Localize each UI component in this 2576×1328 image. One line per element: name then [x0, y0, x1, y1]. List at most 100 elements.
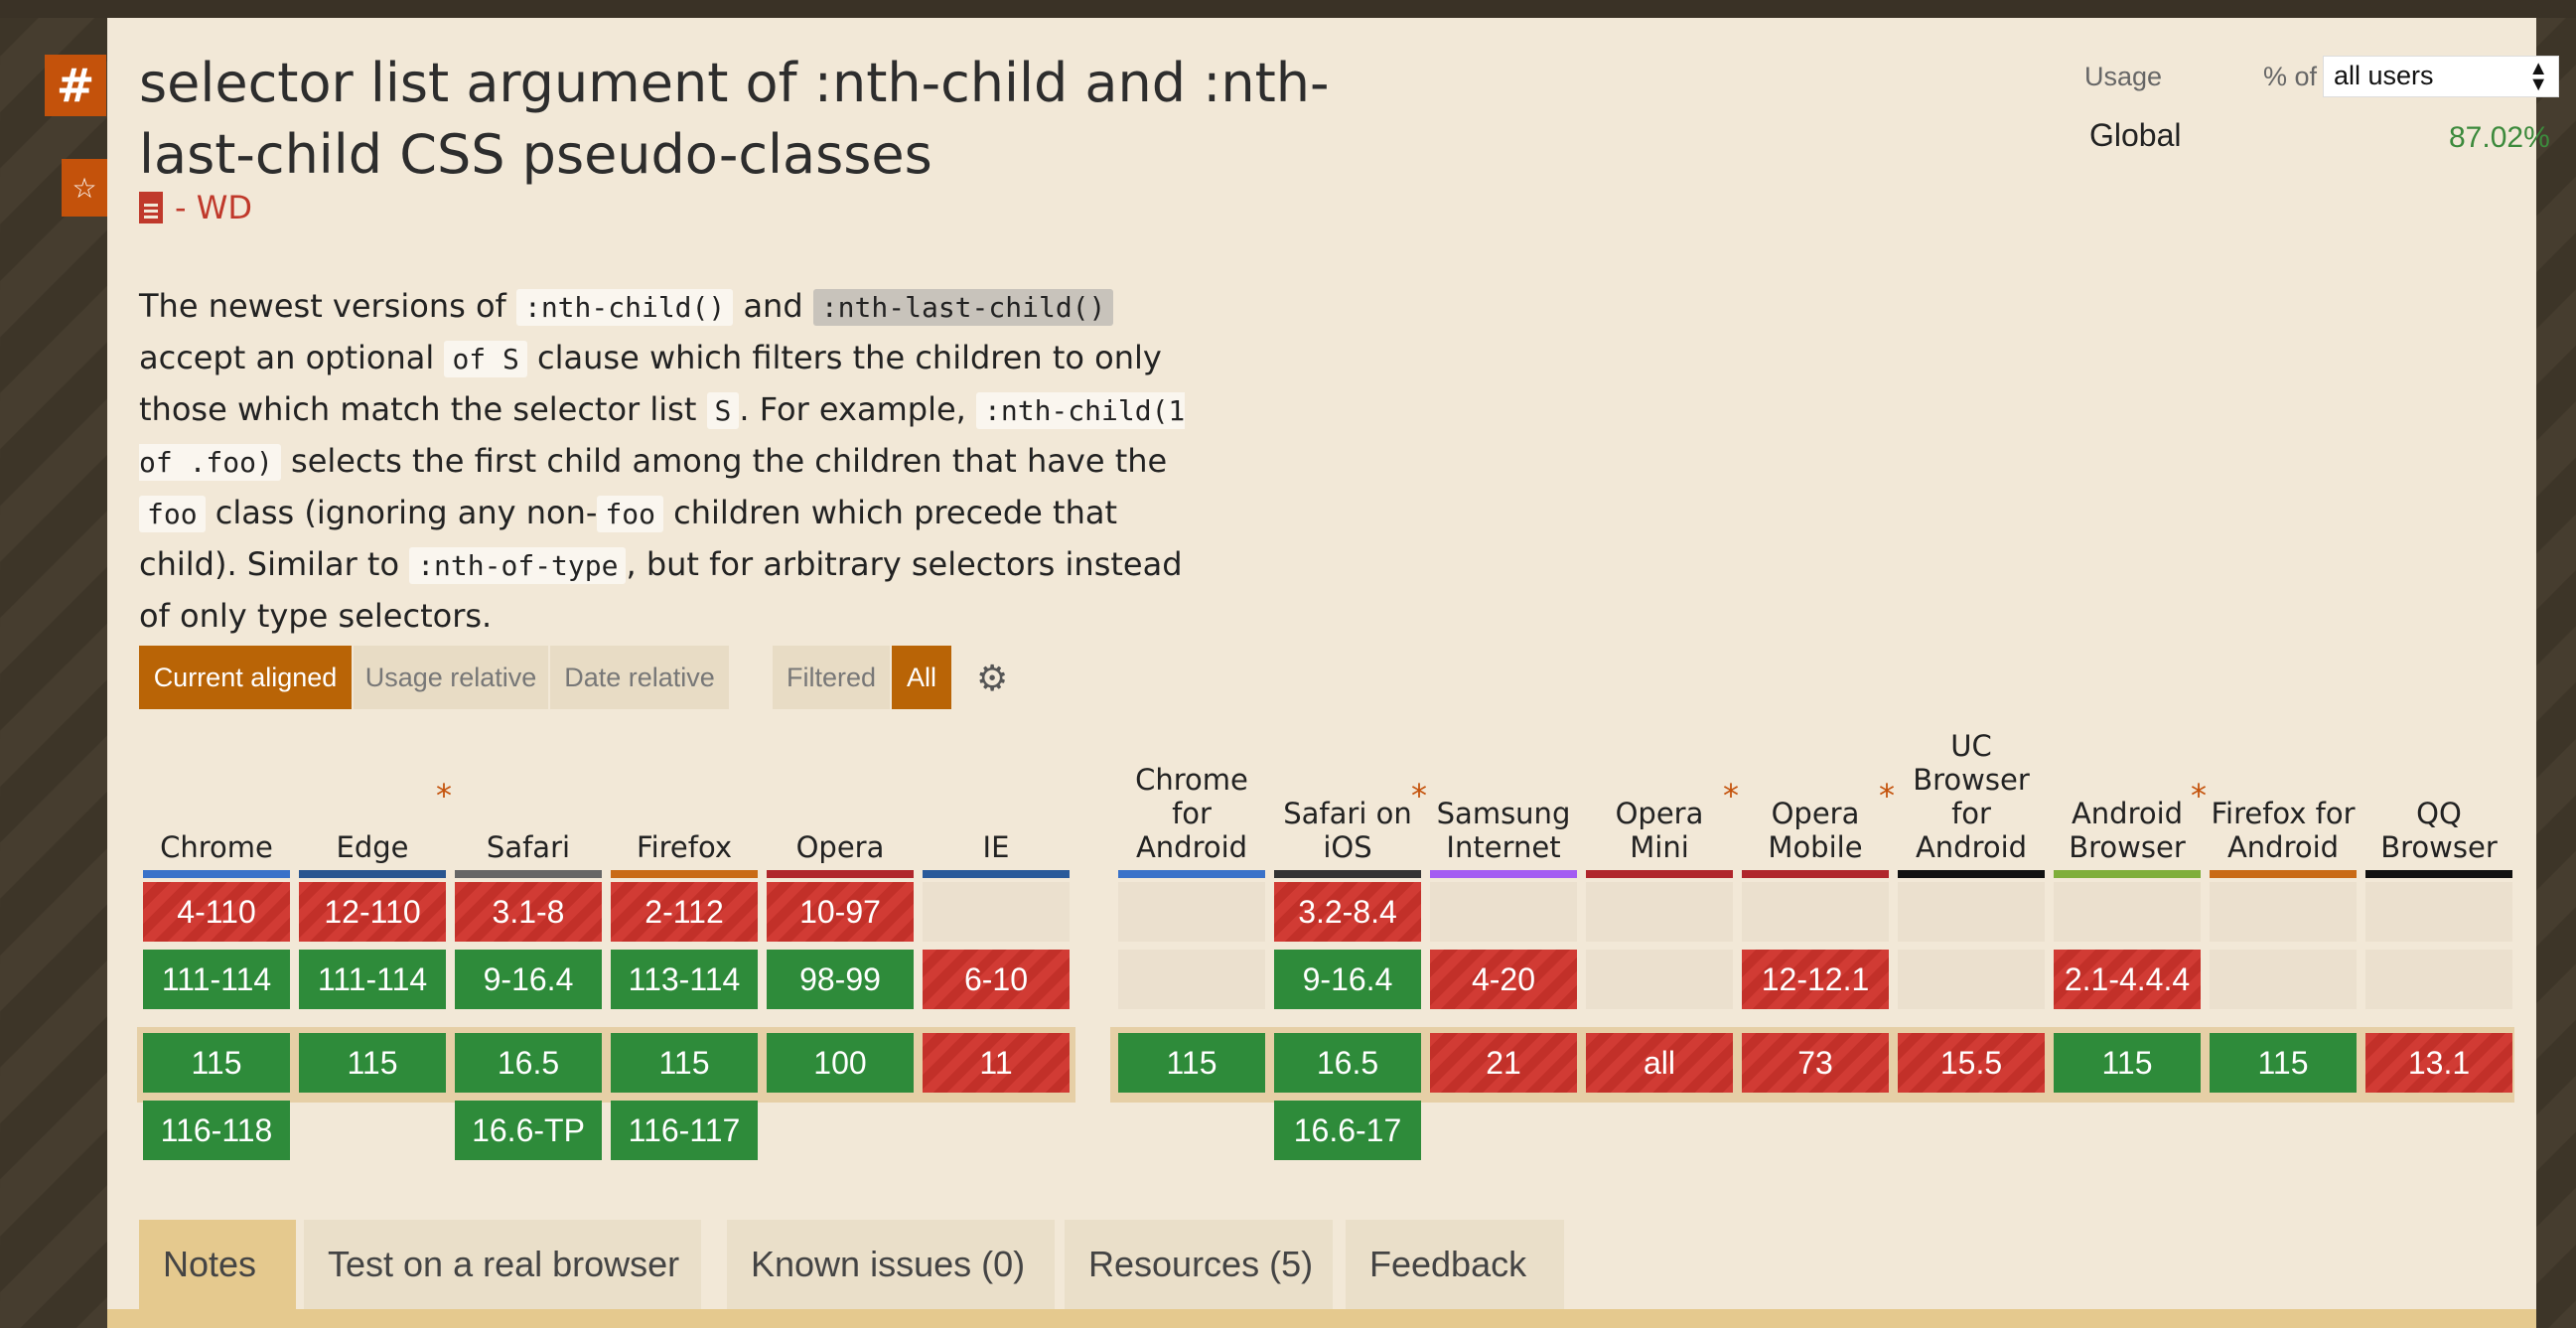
- users-select[interactable]: all users ▲ ▼: [2323, 56, 2559, 97]
- unsupported-cell[interactable]: 21: [1430, 1033, 1577, 1093]
- tab-known-issues[interactable]: Known issues (0): [727, 1220, 1055, 1309]
- empty-cell: [2210, 950, 2357, 1009]
- empty-cell: [1118, 950, 1265, 1009]
- usage-label: Usage: [2084, 62, 2163, 91]
- supported-cell[interactable]: 116-117: [611, 1101, 758, 1160]
- browser-header[interactable]: Safari on iOS: [1274, 725, 1421, 864]
- unsupported-cell[interactable]: 3.1-8: [455, 882, 602, 942]
- unsupported-cell[interactable]: 13.1: [2365, 1033, 2512, 1093]
- browser-header[interactable]: Opera Mobile: [1742, 725, 1889, 864]
- browser-header[interactable]: Samsung Internet: [1430, 725, 1577, 864]
- tab-test-on-real-browser[interactable]: Test on a real browser: [304, 1220, 701, 1309]
- supported-cell[interactable]: 115: [143, 1033, 290, 1093]
- unsupported-cell[interactable]: 15.5: [1898, 1033, 2045, 1093]
- star-icon[interactable]: ☆: [62, 159, 107, 217]
- browser-header[interactable]: QQ Browser: [2365, 725, 2512, 864]
- browser-color-bar: [2365, 870, 2512, 878]
- code-snippet: :nth-child(): [515, 289, 734, 326]
- empty-cell: [1586, 882, 1733, 942]
- supported-cell[interactable]: 100: [767, 1033, 914, 1093]
- code-snippet: foo: [139, 496, 206, 532]
- unsupported-cell[interactable]: 4-110: [143, 882, 290, 942]
- date-relative-button[interactable]: Date relative: [550, 646, 729, 709]
- tab-feedback[interactable]: Feedback: [1346, 1220, 1564, 1309]
- supported-cell[interactable]: 16.5: [455, 1033, 602, 1093]
- unsupported-cell[interactable]: 12-12.1: [1742, 950, 1889, 1009]
- browser-header[interactable]: Chrome for Android: [1118, 725, 1265, 864]
- empty-cell: [2365, 950, 2512, 1009]
- browser-color-bar: [1274, 870, 1421, 878]
- code-snippet: foo: [597, 496, 663, 532]
- empty-cell: [1898, 882, 2045, 942]
- supported-cell[interactable]: 115: [299, 1033, 446, 1093]
- browser-header[interactable]: Safari: [455, 725, 602, 864]
- supported-cell[interactable]: 115: [2210, 1033, 2357, 1093]
- note-asterisk-icon[interactable]: *: [1879, 777, 1895, 814]
- unsupported-cell[interactable]: 2-112: [611, 882, 758, 942]
- desc-text: . For example,: [739, 390, 976, 428]
- supported-cell[interactable]: 111-114: [143, 950, 290, 1009]
- supported-cell[interactable]: 115: [1118, 1033, 1265, 1093]
- supported-cell[interactable]: 16.5: [1274, 1033, 1421, 1093]
- filtered-button[interactable]: Filtered: [773, 646, 890, 709]
- browser-header[interactable]: Opera Mini: [1586, 725, 1733, 864]
- browser-header[interactable]: IE: [923, 725, 1070, 864]
- supported-cell[interactable]: 9-16.4: [455, 950, 602, 1009]
- unsupported-cell[interactable]: 6-10: [923, 950, 1070, 1009]
- users-select-value: all users: [2334, 61, 2434, 90]
- browser-color-bar: [923, 870, 1070, 878]
- supported-cell[interactable]: 98-99: [767, 950, 914, 1009]
- all-button[interactable]: All: [892, 646, 951, 709]
- select-arrows-icon: ▲ ▼: [2528, 58, 2548, 95]
- unsupported-cell[interactable]: all: [1586, 1033, 1733, 1093]
- unsupported-cell[interactable]: 11: [923, 1033, 1070, 1093]
- hash-link-icon[interactable]: #: [45, 55, 106, 116]
- browser-header[interactable]: Android Browser: [2054, 725, 2201, 864]
- supported-cell[interactable]: 9-16.4: [1274, 950, 1421, 1009]
- empty-cell: [1586, 950, 1733, 1009]
- supported-cell[interactable]: 116-118: [143, 1101, 290, 1160]
- browser-color-bar: [1742, 870, 1889, 878]
- unsupported-cell[interactable]: 4-20: [1430, 950, 1577, 1009]
- browser-header[interactable]: Opera: [767, 725, 914, 864]
- empty-cell: [2054, 882, 2201, 942]
- unsupported-cell[interactable]: 12-110: [299, 882, 446, 942]
- usage-relative-button[interactable]: Usage relative: [354, 646, 548, 709]
- spec-status[interactable]: - WD: [139, 189, 252, 226]
- code-snippet: of S: [444, 341, 527, 377]
- desc-text: class (ignoring any non-: [205, 494, 598, 531]
- desc-text: selects the first child among the childr…: [280, 442, 1168, 480]
- browser-color-bar: [1898, 870, 2045, 878]
- supported-cell[interactable]: 115: [611, 1033, 758, 1093]
- supported-cell[interactable]: 113-114: [611, 950, 758, 1009]
- supported-cell[interactable]: 16.6-TP: [455, 1101, 602, 1160]
- current-aligned-button[interactable]: Current aligned: [139, 646, 352, 709]
- browser-header[interactable]: Edge: [299, 725, 446, 864]
- note-asterisk-icon[interactable]: *: [2191, 777, 2207, 814]
- supported-cell[interactable]: 16.6-17: [1274, 1101, 1421, 1160]
- document-icon: [139, 192, 163, 223]
- tab-notes[interactable]: Notes: [139, 1220, 296, 1309]
- browser-header[interactable]: Firefox for Android: [2210, 725, 2357, 864]
- unsupported-cell[interactable]: 3.2-8.4: [1274, 882, 1421, 942]
- unsupported-cell[interactable]: 73: [1742, 1033, 1889, 1093]
- browser-color-bar: [455, 870, 602, 878]
- browser-header[interactable]: Chrome: [143, 725, 290, 864]
- settings-gear-icon[interactable]: ⚙: [976, 659, 1008, 699]
- empty-cell: [1898, 950, 2045, 1009]
- code-snippet: :nth-of-type: [409, 547, 627, 584]
- browser-header[interactable]: UC Browser for Android: [1898, 725, 2045, 864]
- browser-header[interactable]: Firefox: [611, 725, 758, 864]
- supported-cell[interactable]: 115: [2054, 1033, 2201, 1093]
- browser-color-bar: [2054, 870, 2201, 878]
- spec-status-label: - WD: [175, 189, 252, 226]
- unsupported-cell[interactable]: 2.1-4.4.4: [2054, 950, 2201, 1009]
- note-asterisk-icon[interactable]: *: [1723, 777, 1739, 814]
- feature-page: selector list argument of :nth-child and…: [107, 18, 2559, 1328]
- note-asterisk-icon[interactable]: *: [1411, 777, 1427, 814]
- unsupported-cell[interactable]: 10-97: [767, 882, 914, 942]
- supported-cell[interactable]: 111-114: [299, 950, 446, 1009]
- code-snippet-highlighted: :nth-last-child(): [812, 289, 1114, 326]
- note-asterisk-icon[interactable]: *: [436, 777, 452, 814]
- tab-resources[interactable]: Resources (5): [1065, 1220, 1333, 1309]
